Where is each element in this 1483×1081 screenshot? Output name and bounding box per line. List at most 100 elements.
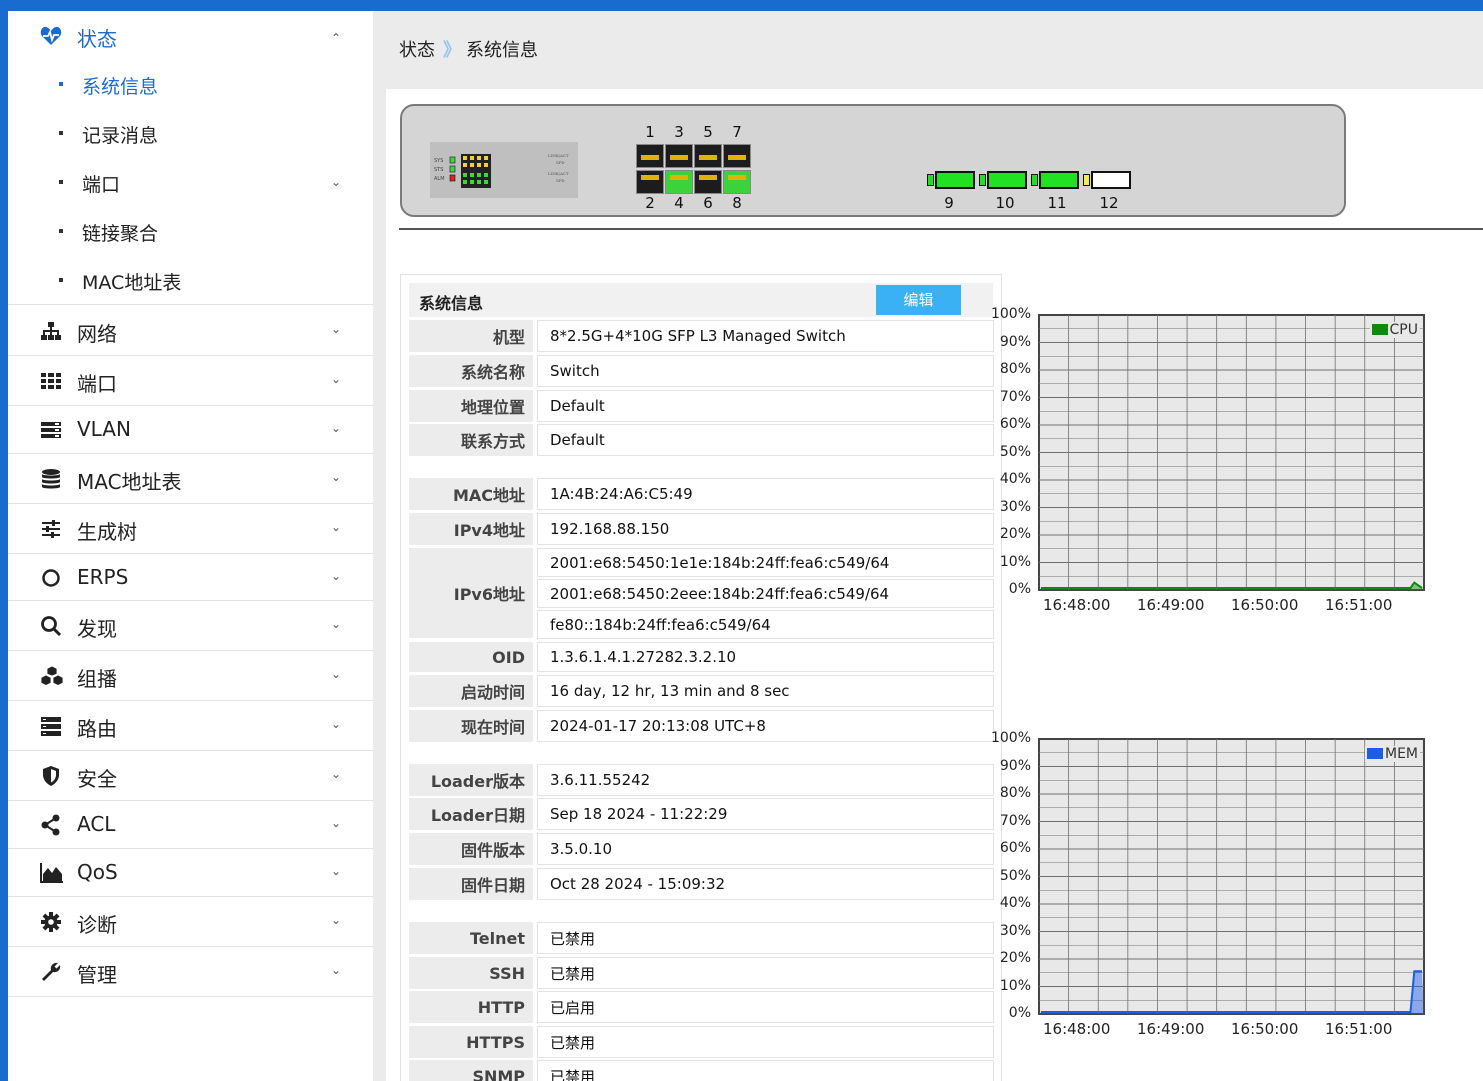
nav-multicast[interactable]: 组播 ⌄	[8, 651, 373, 701]
nav-multicast-label: 组播	[77, 667, 117, 691]
chevron-down-icon: ⌄	[331, 864, 342, 878]
sfp-port-11[interactable]	[1039, 171, 1079, 189]
nav-port-label: 端口	[77, 372, 117, 396]
nav-qos[interactable]: QoS ⌄	[8, 849, 373, 897]
legend-label: MEM	[1384, 746, 1418, 762]
info-row: MAC地址 1A:4B:24:A6:C5:49	[409, 478, 994, 510]
breadcrumb-parent[interactable]: 状态	[399, 40, 435, 61]
sfp-led	[1031, 174, 1038, 186]
port-1[interactable]	[636, 144, 664, 168]
breadcrumb-current: 系统信息	[466, 40, 538, 61]
nav-network-label: 网络	[77, 322, 117, 346]
nav-erps[interactable]: ERPS ⌄	[8, 554, 373, 601]
edit-button[interactable]: 编辑	[876, 285, 961, 315]
legend-swatch	[1366, 748, 1383, 759]
info-row: SNMP 已禁用	[409, 1060, 994, 1081]
port-2[interactable]	[636, 170, 664, 194]
nav-acl[interactable]: ACL ⌄	[8, 801, 373, 849]
main-panel: SYS STS ALM LINK/ACT SPD LINK/ACT SPD 1 …	[386, 89, 1483, 1081]
search-icon	[40, 615, 62, 637]
info-value: Default	[537, 424, 994, 456]
sliders-icon	[40, 518, 62, 540]
svg-text:SPD: SPD	[556, 178, 565, 183]
y-tick-label: 70%	[999, 388, 1031, 405]
port-7[interactable]	[723, 144, 751, 168]
svg-text:STS: STS	[434, 167, 443, 173]
nav-network[interactable]: 网络 ⌄	[8, 306, 373, 356]
info-value: Sep 18 2024 - 11:22:29	[537, 798, 994, 830]
left-edge	[0, 11, 8, 1081]
nav-vlan[interactable]: VLAN ⌄	[8, 406, 373, 454]
y-tick-label: 20%	[999, 526, 1031, 542]
info-value: 2024-01-17 20:13:08 UTC+8	[537, 710, 994, 742]
port-5[interactable]	[694, 144, 722, 168]
x-tick-label: 16:51:00	[1325, 1020, 1393, 1038]
y-tick-label: 50%	[999, 443, 1031, 460]
device-status-leds: SYS STS ALM LINK/ACT SPD LINK/ACT SPD	[430, 142, 578, 198]
nav-port[interactable]: 端口 ⌄	[8, 356, 373, 406]
port-3[interactable]	[665, 144, 693, 168]
nav-discovery[interactable]: 发现 ⌄	[8, 601, 373, 651]
subnav-mac-table[interactable]: MAC地址表	[8, 257, 373, 305]
x-tick-label: 16:50:00	[1231, 596, 1299, 614]
y-tick-label: 30%	[999, 922, 1031, 939]
nav-diagnostics[interactable]: 诊断 ⌄	[8, 897, 373, 947]
chart-legend: MEM	[1364, 746, 1420, 762]
subnav-link-aggregation[interactable]: 链接聚合	[8, 208, 373, 257]
subnav-log[interactable]: 记录消息	[8, 110, 373, 159]
info-row: 固件日期 Oct 28 2024 - 15:09:32	[409, 868, 994, 900]
info-row: 启动时间 16 day, 12 hr, 13 min and 8 sec	[409, 675, 994, 707]
nav-erps-label: ERPS	[77, 565, 129, 589]
cpu-chart: 100% 90% 80% 70% 60% 50% 40% 30% 20% 10% 0% 16:48:0…	[986, 301, 1466, 621]
sfp-led	[1083, 174, 1090, 186]
info-key: 联系方式	[409, 424, 533, 456]
chevron-down-icon: ⌄	[331, 421, 342, 435]
subnav-system-info[interactable]: 系统信息	[8, 61, 373, 110]
nav-mac-table[interactable]: MAC地址表 ⌄	[8, 454, 373, 504]
port-4[interactable]	[665, 170, 693, 194]
info-row: OID 1.3.6.1.4.1.27282.3.2.10	[409, 642, 994, 672]
nav-security[interactable]: 安全 ⌄	[8, 751, 373, 801]
sfp-port-9[interactable]	[935, 171, 975, 189]
bullet-icon	[59, 229, 63, 233]
info-row: HTTP 已启用	[409, 991, 994, 1023]
subnav-port[interactable]: 端口 ⌄	[8, 159, 373, 208]
y-tick-label: 0%	[1008, 581, 1031, 597]
info-key: OID	[409, 642, 533, 672]
legend-label: CPU	[1389, 322, 1418, 338]
chevron-down-icon: ⌄	[331, 175, 342, 189]
info-value: 已禁用	[537, 957, 994, 989]
nav-security-label: 安全	[77, 767, 117, 791]
nav-acl-label: ACL	[77, 812, 116, 836]
list-icon	[40, 715, 62, 737]
port-label: 6	[703, 194, 713, 212]
port-label: 3	[674, 123, 684, 141]
info-value: Switch	[537, 355, 994, 387]
info-value: 已禁用	[537, 1026, 994, 1058]
top-bar	[0, 0, 1483, 11]
svg-text:LINK/ACT: LINK/ACT	[548, 153, 569, 158]
nav-spanning-tree-label: 生成树	[77, 520, 137, 544]
mem-chart: 100% 90% 80% 70% 60% 50% 40% 30% 20% 10% 0% 16:48:0…	[986, 725, 1466, 1045]
nav-routing[interactable]: 路由 ⌄	[8, 701, 373, 751]
bullet-icon	[59, 82, 63, 86]
nav-qos-label: QoS	[77, 860, 118, 884]
port-8[interactable]	[723, 170, 751, 194]
sfp-port-12[interactable]	[1091, 171, 1131, 189]
info-key: 现在时间	[409, 710, 533, 742]
y-tick-label: 60%	[999, 840, 1031, 856]
info-row: 联系方式 Default	[409, 424, 994, 456]
nav-status[interactable]: 状态 ⌃	[8, 11, 373, 61]
subnav-link-aggregation-label: 链接聚合	[82, 223, 159, 245]
info-value: 3.5.0.10	[537, 833, 994, 865]
sidebar: 状态 ⌃ 系统信息 记录消息 端口 ⌄ 链接聚合 MAC地址表 网络 ⌄ 端口 …	[8, 11, 373, 1081]
y-tick-label: 50%	[999, 867, 1031, 884]
nav-spanning-tree[interactable]: 生成树 ⌄	[8, 504, 373, 554]
subnav-mac-table-label: MAC地址表	[82, 272, 182, 294]
sfp-port-10[interactable]	[987, 171, 1027, 189]
chevron-down-icon: ⌄	[331, 470, 342, 484]
bullet-icon	[59, 131, 63, 135]
content-area: 状态》系统信息 SYS STS ALM LINK/ACT SPD LINK/AC…	[373, 11, 1483, 1081]
nav-management[interactable]: 管理 ⌄	[8, 947, 373, 997]
port-6[interactable]	[694, 170, 722, 194]
